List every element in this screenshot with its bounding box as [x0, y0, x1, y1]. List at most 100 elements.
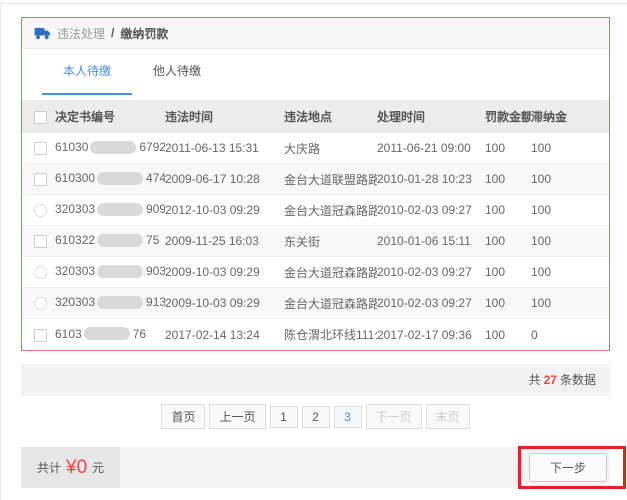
- tab-others-pending[interactable]: 他人待缴: [132, 49, 222, 95]
- violation-place: 金台大道冠森路路口1...: [284, 295, 377, 312]
- fine-amount: 100: [485, 203, 531, 217]
- decision-number: 610322 75: [55, 233, 165, 248]
- table-row: 3203039132009-10-03 09:29金台大道冠森路路口1...20…: [22, 288, 609, 319]
- process-time: 2017-02-17 09:36: [377, 328, 485, 342]
- decision-number: 320303903: [55, 264, 165, 279]
- fine-amount: 100: [485, 328, 531, 342]
- redaction-blob: [97, 234, 143, 247]
- decision-number-suffix: 679224: [139, 140, 165, 154]
- total-unit: 元: [92, 459, 104, 476]
- row-radio[interactable]: [34, 266, 47, 279]
- breadcrumb: 违法处理 / 缴纳罚款: [22, 18, 609, 49]
- row-checkbox[interactable]: [34, 173, 47, 186]
- violation-place: 金台大道冠森路路口: [284, 202, 377, 219]
- decision-number-suffix: 913: [146, 295, 165, 309]
- next-step-button[interactable]: 下一步: [529, 453, 607, 482]
- row-checkbox[interactable]: [34, 235, 47, 248]
- violation-time: 2009-10-03 09:29: [165, 296, 284, 310]
- row-checkbox[interactable]: [34, 329, 47, 342]
- redaction-blob: [97, 172, 143, 185]
- process-time: 2010-02-03 09:27: [377, 296, 485, 310]
- select-all-checkbox[interactable]: [34, 111, 47, 124]
- col-violation-time: 违法时间: [165, 108, 284, 125]
- table-body: 61030 6792242011-06-13 15:31大庆路2011-06-21…: [22, 133, 609, 350]
- table-row: 3203039032009-10-03 09:29金台大道冠森路路口1...20…: [22, 257, 609, 288]
- breadcrumb-separator: /: [111, 26, 114, 40]
- bottom-bar: 共计 ¥0 元 下一步: [21, 447, 610, 488]
- total-count: 27: [541, 373, 560, 387]
- decision-number: 61030 679224: [55, 140, 165, 155]
- pagination-item[interactable]: 1: [270, 406, 298, 428]
- row-radio[interactable]: [34, 204, 47, 217]
- process-time: 2010-01-06 15:11: [377, 234, 485, 248]
- decision-number: 6103004745: [55, 171, 165, 186]
- redaction-blob: [84, 327, 130, 340]
- pagination-item[interactable]: 2: [302, 406, 330, 428]
- violation-time: 2012-10-03 09:29: [165, 203, 284, 217]
- decision-number: 6103 76: [55, 327, 165, 342]
- violation-time: 2017-02-14 13:24: [165, 328, 284, 342]
- decision-number-suffix: 909: [146, 202, 165, 216]
- decision-number-prefix: 610322: [55, 233, 95, 247]
- decision-number-prefix: 6103: [55, 327, 82, 341]
- table-row: 320303 9092012-10-03 09:29金台大道冠森路路口2010-0…: [22, 195, 609, 226]
- decision-number: 320303913: [55, 295, 165, 310]
- fine-amount: 100: [485, 141, 531, 155]
- decision-number-suffix: 4745: [146, 171, 165, 185]
- pagination-current-page[interactable]: 3: [334, 406, 362, 428]
- violation-panel: 违法处理 / 缴纳罚款 本人待缴 他人待缴 决定书编号 违法时间 违法地点 处理…: [21, 17, 610, 351]
- late-fee: 100: [531, 265, 609, 279]
- col-fine-amount: 罚款金额: [485, 108, 531, 125]
- decision-number-suffix: 76: [133, 327, 146, 341]
- total-amount: ¥0: [66, 457, 87, 479]
- content-wrap: 违法处理 / 缴纳罚款 本人待缴 他人待缴 决定书编号 违法时间 违法地点 处理…: [21, 17, 610, 488]
- pagination-item[interactable]: 首页: [161, 404, 205, 429]
- violation-time: 2011-06-13 15:31: [165, 141, 284, 155]
- violation-place: 大庆路: [284, 140, 377, 157]
- total-amount-box: 共计 ¥0 元: [21, 447, 120, 488]
- pagination-item[interactable]: 上一页: [209, 404, 265, 429]
- violation-time: 2009-06-17 10:28: [165, 172, 284, 186]
- violation-place: 陈仓渭北环线111公里...: [284, 326, 377, 343]
- car-icon: [34, 27, 51, 40]
- table-row: 610322752009-11-25 16:03东关街2010-01-06 15…: [22, 226, 609, 257]
- col-late-fee: 滞纳金: [531, 108, 609, 125]
- breadcrumb-section: 违法处理: [57, 25, 105, 42]
- late-fee: 100: [531, 296, 609, 310]
- table-row: 61030047452009-06-17 10:28金台大道联盟路路口2010-…: [22, 164, 609, 195]
- late-fee: 100: [531, 172, 609, 186]
- violation-time: 2009-11-25 16:03: [165, 234, 284, 248]
- total-label: 共计: [37, 459, 61, 476]
- redaction-blob: [90, 141, 136, 154]
- tab-self-pending[interactable]: 本人待缴: [42, 49, 132, 95]
- process-time: 2010-02-03 09:27: [377, 265, 485, 279]
- table-row: 6103 76 2017-02-14 13:24陈仓渭北环线111公里...2017…: [22, 319, 609, 350]
- violation-place: 金台大道联盟路路口: [284, 171, 377, 188]
- fine-amount: 100: [485, 296, 531, 310]
- decision-number-suffix: 75: [146, 233, 159, 247]
- col-violation-place: 违法地点: [284, 108, 377, 125]
- process-time: 2011-06-21 09:00: [377, 141, 485, 155]
- table-row: 61030 6792242011-06-13 15:31大庆路2011-06-21…: [22, 133, 609, 164]
- row-checkbox[interactable]: [34, 142, 47, 155]
- tab-bar: 本人待缴 他人待缴: [22, 49, 609, 95]
- summary-bar: 共27条数据: [21, 364, 610, 396]
- page-top-divider: [1, 3, 627, 4]
- decision-number-prefix: 320303: [55, 202, 95, 216]
- row-radio[interactable]: [34, 297, 47, 310]
- fine-amount: 100: [485, 234, 531, 248]
- redaction-blob: [97, 203, 143, 216]
- pagination-item: 下一页: [366, 404, 422, 429]
- fine-amount: 100: [485, 172, 531, 186]
- process-time: 2010-02-03 09:27: [377, 203, 485, 217]
- late-fee: 100: [531, 141, 609, 155]
- pagination-item: 末页: [426, 404, 470, 429]
- late-fee: 100: [531, 234, 609, 248]
- table-header: 决定书编号 违法时间 违法地点 处理时间 罚款金额 滞纳金: [22, 100, 609, 133]
- redaction-blob: [97, 296, 143, 309]
- summary-suffix: 条数据: [560, 373, 596, 387]
- pagination: 首页上一页123下一页末页: [21, 404, 610, 429]
- decision-number-prefix: 61030: [55, 140, 88, 154]
- breadcrumb-current: 缴纳罚款: [120, 25, 168, 42]
- col-process-time: 处理时间: [377, 108, 485, 125]
